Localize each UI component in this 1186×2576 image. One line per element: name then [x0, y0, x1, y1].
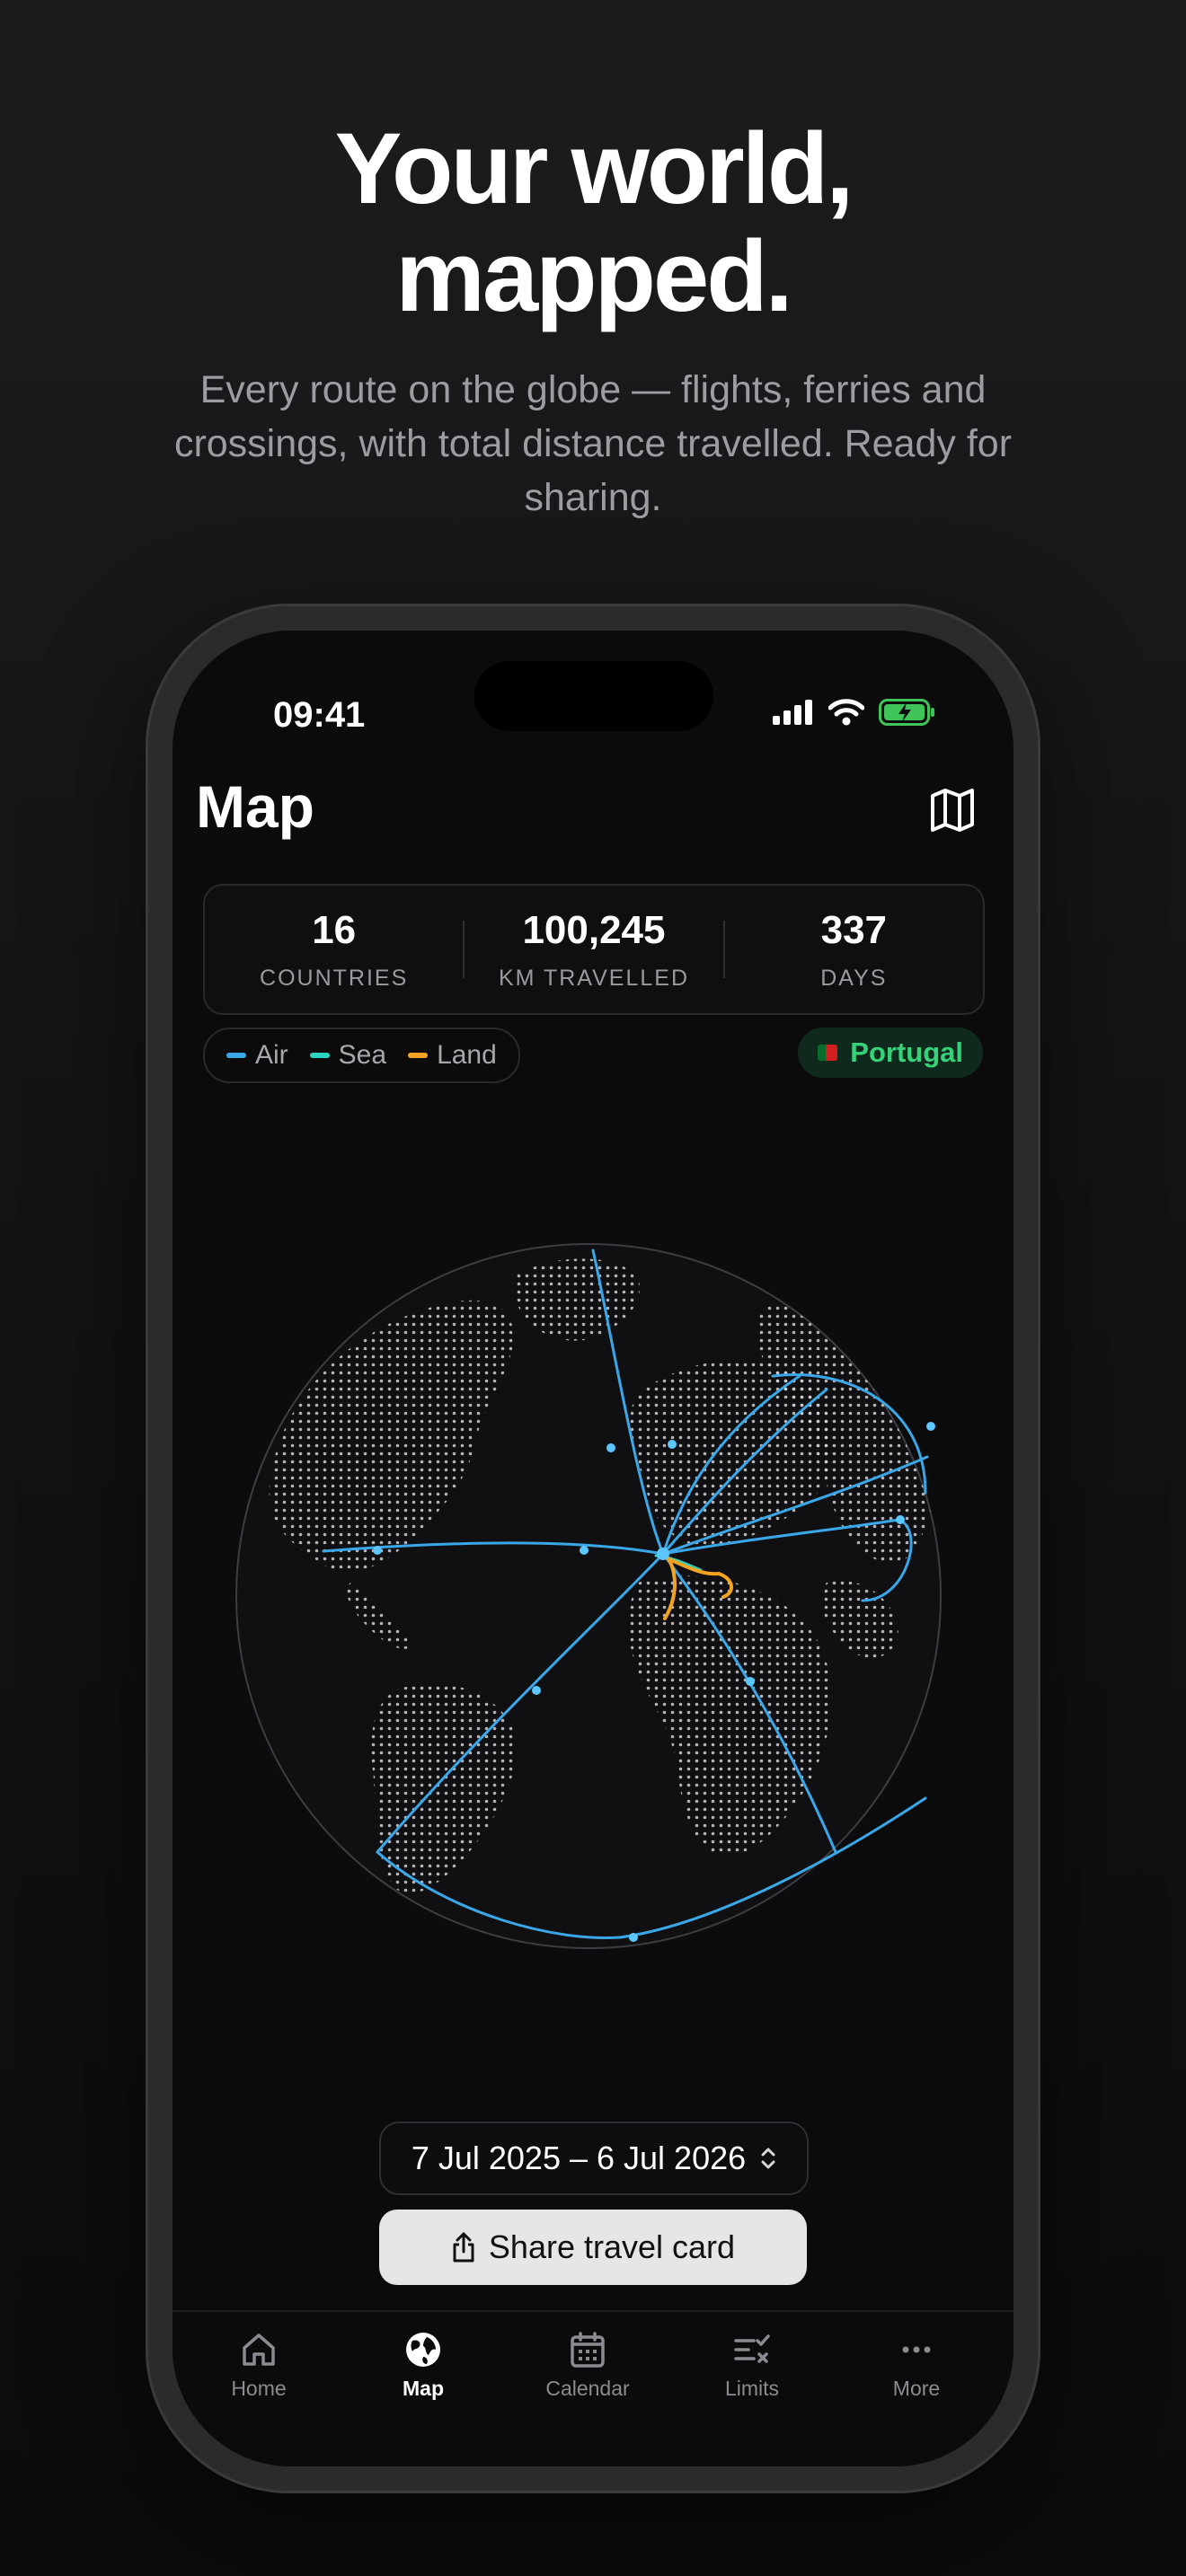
route-stop [657, 1548, 669, 1560]
legend-label: Sea [338, 1040, 387, 1070]
calendar-icon [571, 2332, 605, 2368]
dynamic-island [474, 661, 713, 731]
tab-label: More [892, 2377, 941, 2400]
route-stop [746, 1677, 755, 1686]
route-stop [668, 1440, 677, 1449]
legend-swatch-land [408, 1053, 429, 1058]
tab-label: Home [231, 2377, 287, 2400]
status-icons [773, 699, 936, 726]
legend-label: Land [437, 1040, 497, 1070]
country-name: Portugal [850, 1037, 963, 1068]
stat-label: KM TRAVELLED [498, 965, 689, 991]
route-stop [532, 1686, 541, 1695]
map-icon[interactable] [925, 783, 979, 837]
tab-label: Map [403, 2377, 444, 2400]
legend-label: Air [255, 1040, 288, 1070]
route-legend: Air Sea Land [203, 1028, 520, 1083]
globe-icon [406, 2333, 440, 2367]
chevron-up-down-icon [761, 2148, 775, 2169]
stat-countries: 16 COUNTRIES [205, 908, 463, 992]
route-stop [606, 1443, 615, 1452]
share-icon [453, 2232, 474, 2263]
cellular-signal-icon [773, 700, 812, 725]
portugal-flag-icon [818, 1045, 838, 1061]
stat-km-travelled: 100,245 KM TRAVELLED [465, 908, 722, 992]
tab-label: Limits [724, 2377, 780, 2400]
tab-label: Calendar [545, 2377, 630, 2400]
legend-swatch-air [226, 1053, 246, 1058]
route-stop [896, 1515, 905, 1524]
page-title: Map [196, 773, 314, 840]
legend-air: Air [226, 1040, 288, 1071]
route-stop [629, 1933, 638, 1942]
tab-bar: Home Map Calendar Limits More [173, 2310, 1013, 2466]
route-stop [373, 1546, 382, 1555]
ellipsis-icon [902, 2346, 931, 2353]
stat-value: 100,245 [522, 907, 666, 952]
globe-map[interactable] [216, 1223, 961, 1969]
tab-calendar[interactable]: Calendar [525, 2330, 651, 2401]
stats-card: 16 COUNTRIES 100,245 KM TRAVELLED 337 DA… [203, 884, 985, 1015]
phone-frame: 09:41 Map 16 COUNTRIES 100,245 KM TRAVEL… [146, 604, 1040, 2493]
tab-home[interactable]: Home [196, 2330, 322, 2401]
share-travel-card-button[interactable]: Share travel card [379, 2210, 807, 2285]
route-stop [926, 1422, 935, 1431]
date-range-picker[interactable]: 7 Jul 2025 – 6 Jul 2026 [379, 2122, 809, 2195]
stat-label: COUNTRIES [260, 965, 409, 991]
tab-limits[interactable]: Limits [689, 2330, 815, 2401]
home-icon [243, 2333, 275, 2366]
stat-label: DAYS [820, 965, 888, 991]
checklist-icon [734, 2334, 770, 2363]
date-range-label: 7 Jul 2025 – 6 Jul 2026 [411, 2139, 747, 2176]
battery-charging-icon [879, 699, 934, 726]
phone-screen: 09:41 Map 16 COUNTRIES 100,245 KM TRAVEL… [173, 631, 1013, 2466]
legend-land: Land [408, 1040, 497, 1071]
legend-sea: Sea [309, 1040, 387, 1071]
headline-line-1: Your world, [334, 112, 854, 225]
headline-line-2: mapped. [395, 220, 793, 332]
tab-more[interactable]: More [854, 2330, 979, 2401]
tab-map[interactable]: Map [360, 2330, 486, 2401]
stat-value: 337 [820, 907, 888, 952]
stat-value: 16 [312, 907, 357, 952]
wifi-icon [828, 699, 864, 726]
marketing-headline: Your world, mapped. [0, 115, 1186, 331]
legend-swatch-sea [309, 1053, 330, 1058]
route-stop [580, 1546, 589, 1555]
stat-days: 337 DAYS [725, 908, 983, 992]
marketing-subhead: Every route on the globe — flights, ferr… [173, 368, 1013, 519]
share-label: Share travel card [488, 2228, 736, 2265]
status-time: 09:41 [273, 695, 366, 735]
current-country-badge[interactable]: Portugal [798, 1028, 983, 1078]
